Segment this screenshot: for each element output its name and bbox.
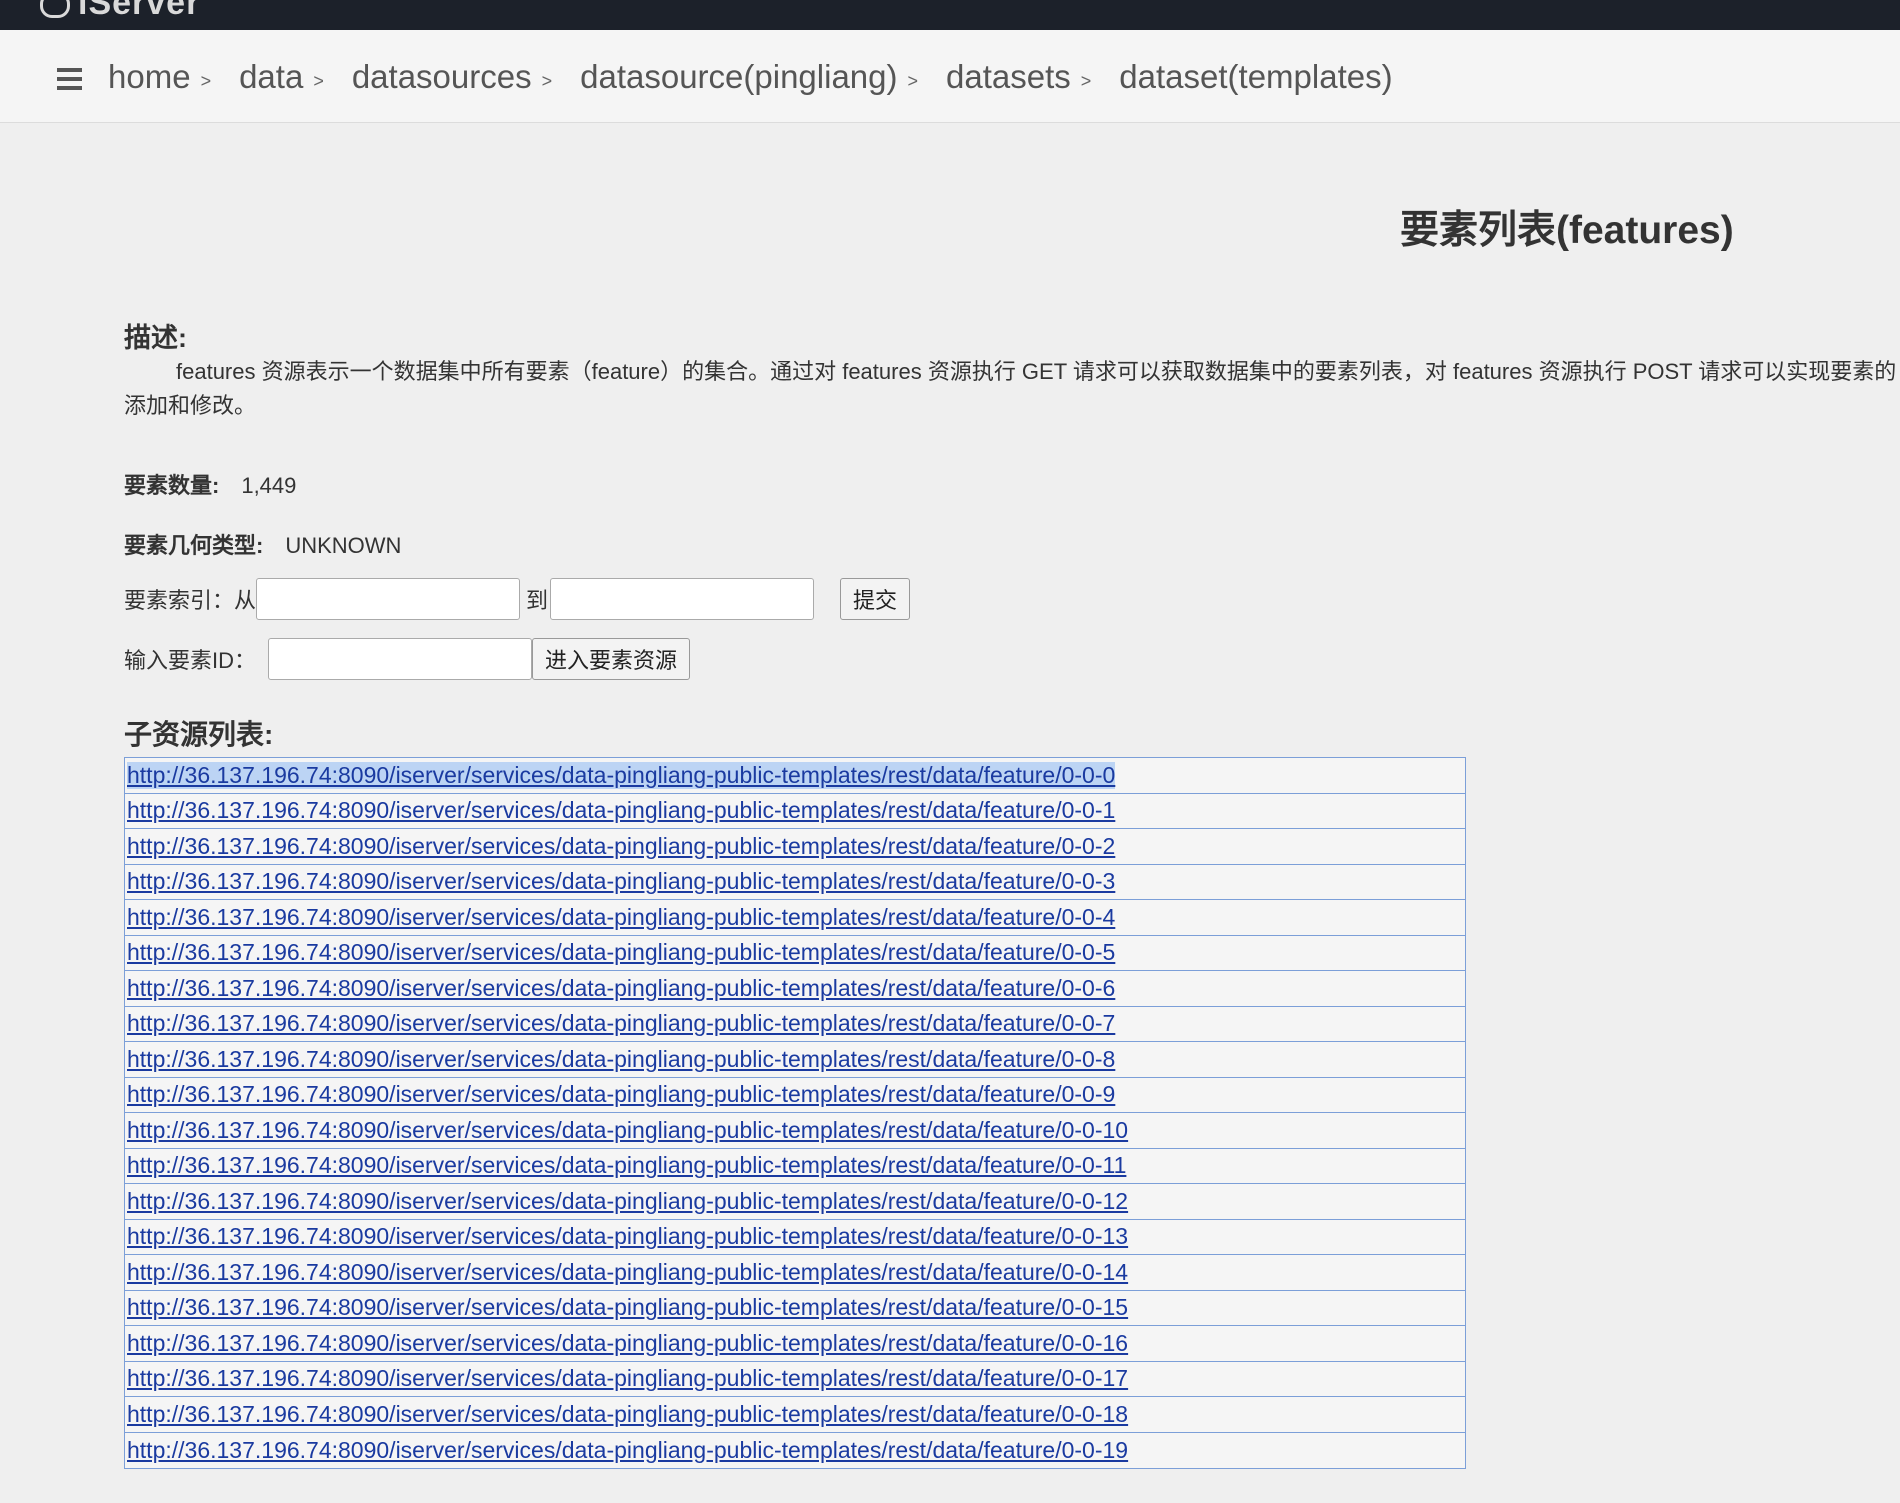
- main-panel: 要素列表(features) 描述: features 资源表示一个数据集中所有…: [124, 133, 1900, 1503]
- child-resource-link[interactable]: http://36.137.196.74:8090/iserver/servic…: [127, 1401, 1128, 1428]
- list-item: http://36.137.196.74:8090/iserver/servic…: [125, 1149, 1465, 1184]
- logo-text: iServer: [78, 0, 201, 22]
- child-resource-link[interactable]: http://36.137.196.74:8090/iserver/servic…: [127, 1117, 1128, 1144]
- breadcrumb-datasets[interactable]: datasets: [946, 58, 1071, 96]
- feature-count-row: 要素数量: 1,449: [124, 468, 296, 500]
- breadcrumb-separator: >: [907, 70, 919, 91]
- list-item: http://36.137.196.74:8090/iserver/servic…: [125, 1397, 1465, 1433]
- breadcrumb-separator: >: [200, 70, 212, 91]
- enter-feature-button[interactable]: 进入要素资源: [532, 638, 691, 680]
- child-resource-link[interactable]: http://36.137.196.74:8090/iserver/servic…: [127, 1046, 1115, 1073]
- submit-button[interactable]: 提交: [840, 578, 911, 620]
- child-resources-label: 子资源列表:: [124, 719, 274, 750]
- child-resource-link[interactable]: http://36.137.196.74:8090/iserver/servic…: [127, 904, 1115, 931]
- list-item: http://36.137.196.74:8090/iserver/servic…: [125, 1255, 1465, 1291]
- list-item: http://36.137.196.74:8090/iserver/servic…: [125, 865, 1465, 900]
- child-resource-link[interactable]: http://36.137.196.74:8090/iserver/servic…: [127, 1437, 1128, 1464]
- top-header: iServer: [0, 0, 1900, 30]
- list-item: http://36.137.196.74:8090/iserver/servic…: [125, 936, 1465, 971]
- breadcrumb-bar: home > data > datasources > datasource(p…: [0, 30, 1900, 123]
- feature-id-label: 输入要素ID：: [124, 648, 257, 673]
- description-label: 描述:: [124, 323, 187, 353]
- list-item: http://36.137.196.74:8090/iserver/servic…: [125, 829, 1465, 865]
- list-item: http://36.137.196.74:8090/iserver/servic…: [125, 1326, 1465, 1362]
- list-item: http://36.137.196.74:8090/iserver/servic…: [125, 1220, 1465, 1255]
- list-item: http://36.137.196.74:8090/iserver/servic…: [125, 794, 1465, 829]
- geometry-type-label: 要素几何类型:: [124, 533, 264, 558]
- breadcrumb-separator: >: [313, 70, 324, 91]
- geometry-type-row: 要素几何类型: UNKNOWN: [124, 528, 401, 560]
- feature-id-input[interactable]: [268, 638, 533, 680]
- list-item: http://36.137.196.74:8090/iserver/servic…: [125, 1113, 1465, 1149]
- breadcrumb-separator: >: [541, 70, 553, 91]
- list-item: http://36.137.196.74:8090/iserver/servic…: [125, 1433, 1465, 1469]
- breadcrumb-dataset[interactable]: dataset(templates): [1119, 58, 1392, 96]
- app-logo[interactable]: iServer: [40, 0, 200, 23]
- list-item: http://36.137.196.74:8090/iserver/servic…: [125, 1042, 1465, 1078]
- index-to-input[interactable]: [550, 578, 815, 620]
- child-resource-link[interactable]: http://36.137.196.74:8090/iserver/servic…: [127, 1365, 1128, 1392]
- list-item: http://36.137.196.74:8090/iserver/servic…: [125, 971, 1465, 1007]
- breadcrumb: home > data > datasources > datasource(p…: [108, 52, 1393, 102]
- list-item: http://36.137.196.74:8090/iserver/servic…: [125, 1184, 1465, 1220]
- child-resource-link[interactable]: http://36.137.196.74:8090/iserver/servic…: [127, 833, 1115, 860]
- page-title: 要素列表(features): [1400, 209, 1734, 252]
- breadcrumb-datasources[interactable]: datasources: [352, 58, 532, 96]
- feature-count-label: 要素数量:: [124, 473, 220, 498]
- list-item: http://36.137.196.74:8090/iserver/servic…: [125, 1078, 1465, 1113]
- breadcrumb-datasource[interactable]: datasource(pingliang): [580, 58, 897, 96]
- child-resource-link[interactable]: http://36.137.196.74:8090/iserver/servic…: [127, 868, 1115, 895]
- list-item: http://36.137.196.74:8090/iserver/servic…: [125, 758, 1465, 794]
- breadcrumb-home[interactable]: home: [108, 58, 191, 96]
- child-resource-link[interactable]: http://36.137.196.74:8090/iserver/servic…: [127, 761, 1116, 789]
- child-resource-link[interactable]: http://36.137.196.74:8090/iserver/servic…: [127, 1259, 1128, 1286]
- list-item: http://36.137.196.74:8090/iserver/servic…: [125, 1362, 1465, 1397]
- child-resource-link[interactable]: http://36.137.196.74:8090/iserver/servic…: [127, 1010, 1115, 1037]
- menu-icon[interactable]: [57, 68, 82, 90]
- logo-icon: [40, 0, 70, 19]
- index-from-label: 要素索引：从: [124, 588, 257, 613]
- child-resource-link[interactable]: http://36.137.196.74:8090/iserver/servic…: [127, 797, 1115, 824]
- child-resource-link[interactable]: http://36.137.196.74:8090/iserver/servic…: [127, 1188, 1128, 1215]
- list-item: http://36.137.196.74:8090/iserver/servic…: [125, 1007, 1465, 1042]
- index-from-input[interactable]: [256, 578, 521, 620]
- geometry-type-value: UNKNOWN: [285, 533, 402, 558]
- list-item: http://36.137.196.74:8090/iserver/servic…: [125, 900, 1465, 936]
- description-text: features 资源表示一个数据集中所有要素（feature）的集合。通过对 …: [124, 359, 1897, 418]
- child-resource-link[interactable]: http://36.137.196.74:8090/iserver/servic…: [127, 939, 1115, 966]
- list-item: http://36.137.196.74:8090/iserver/servic…: [125, 1291, 1465, 1326]
- child-resource-link[interactable]: http://36.137.196.74:8090/iserver/servic…: [127, 1152, 1126, 1179]
- child-resource-list: http://36.137.196.74:8090/iserver/servic…: [124, 757, 1466, 1469]
- child-resource-link[interactable]: http://36.137.196.74:8090/iserver/servic…: [127, 1081, 1115, 1108]
- breadcrumb-separator: >: [1080, 70, 1092, 91]
- feature-count-value: 1,449: [241, 473, 297, 498]
- index-to-label: 到: [526, 588, 549, 613]
- child-resource-link[interactable]: http://36.137.196.74:8090/iserver/servic…: [127, 975, 1115, 1002]
- child-resource-link[interactable]: http://36.137.196.74:8090/iserver/servic…: [127, 1330, 1128, 1357]
- breadcrumb-data[interactable]: data: [239, 58, 303, 96]
- feature-index-form: 要素索引：从 到 提交: [124, 576, 911, 622]
- feature-id-form: 输入要素ID： 进入要素资源: [124, 636, 691, 682]
- child-resource-link[interactable]: http://36.137.196.74:8090/iserver/servic…: [127, 1294, 1128, 1321]
- child-resource-link[interactable]: http://36.137.196.74:8090/iserver/servic…: [127, 1223, 1128, 1250]
